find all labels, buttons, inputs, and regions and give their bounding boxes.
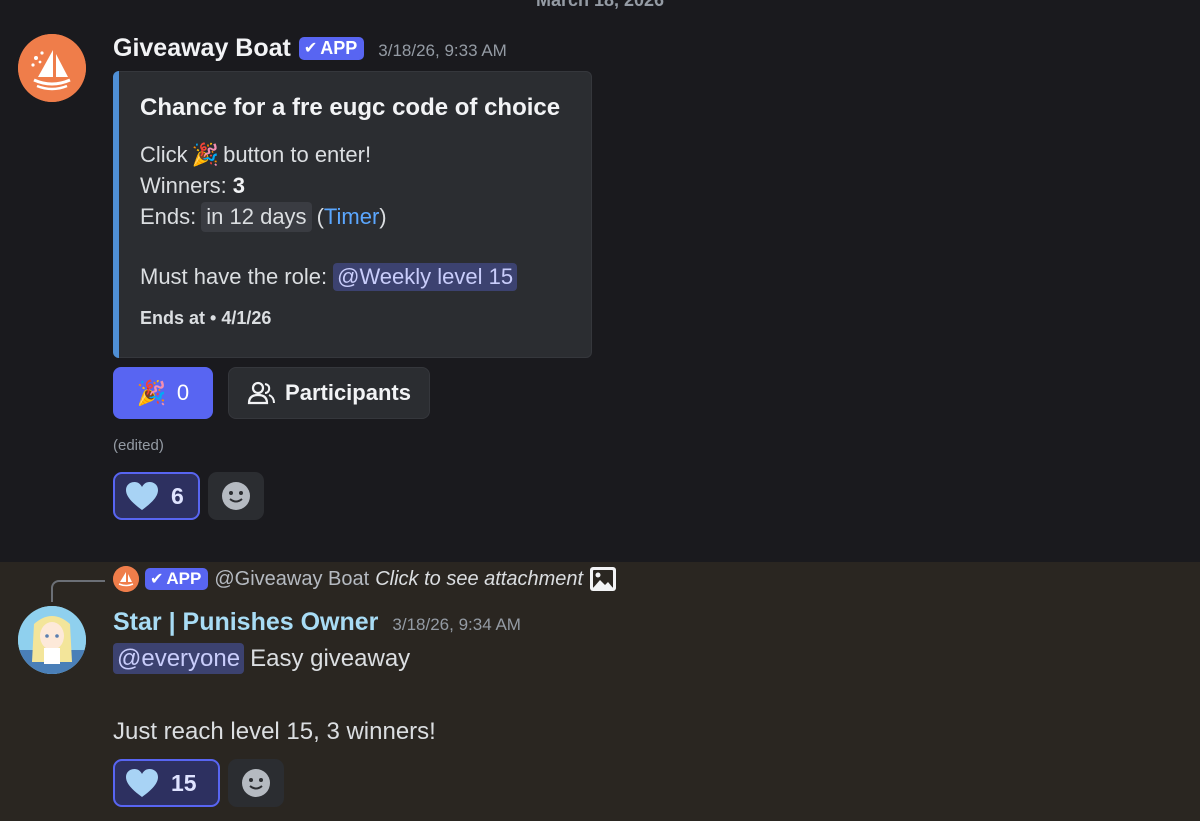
role-mention[interactable]: @Weekly level 15 <box>333 263 518 291</box>
reaction-count: 15 <box>171 769 197 796</box>
image-icon <box>590 567 617 591</box>
giveaway-embed: Chance for a fre eugc code of choice Cli… <box>113 71 592 358</box>
embed-line-click: Click 🎉 button to enter! <box>140 142 371 168</box>
participants-label: Participants <box>285 380 411 405</box>
ends-label: Ends: <box>140 204 197 229</box>
timestamp[interactable]: 3/18/26, 9:34 AM <box>392 615 521 635</box>
reply-text[interactable]: Click to see attachment <box>375 568 583 591</box>
reply-avatar <box>113 566 139 592</box>
boat-logo-icon <box>113 566 139 592</box>
message-header: Giveaway Boat ✔ APP 3/18/26, 9:33 AM <box>113 34 507 63</box>
party-popper-icon: 🎉 <box>191 142 220 167</box>
winners-label: Winners: <box>140 173 227 198</box>
reply-preview[interactable]: ✔ APP @Giveaway Boat Click to see attach… <box>113 566 617 592</box>
party-popper-icon: 🎉 <box>136 379 167 407</box>
reply-connector <box>51 580 105 602</box>
heart-icon <box>126 769 158 797</box>
add-reaction-button[interactable] <box>208 472 264 520</box>
heart-reaction[interactable]: 6 <box>113 472 200 520</box>
entry-count: 0 <box>176 380 190 405</box>
winners-value: 3 <box>232 173 246 198</box>
username[interactable]: Star | Punishes Owner <box>113 608 378 637</box>
message-line: @everyone Easy giveaway <box>113 643 411 674</box>
participants-button[interactable]: Participants <box>228 367 430 419</box>
app-badge: ✔ APP <box>145 568 209 590</box>
avatar[interactable] <box>18 34 86 102</box>
everyone-mention[interactable]: @everyone <box>113 643 245 674</box>
embed-click-text: Click <box>140 142 188 167</box>
enter-giveaway-button[interactable]: 🎉 0 <box>113 367 213 419</box>
paren-open: ( <box>316 204 324 229</box>
edited-label: (edited) <box>113 437 164 454</box>
anime-avatar-icon <box>18 606 86 674</box>
smiley-icon <box>222 482 250 510</box>
embed-line-ends: Ends: in 12 days ( Timer ) <box>140 202 387 232</box>
paren-close: ) <box>379 204 387 229</box>
embed-button-text: button to enter! <box>223 142 372 167</box>
app-badge-label: APP <box>320 37 358 58</box>
embed-line-role: Must have the role: @Weekly level 15 <box>140 263 518 291</box>
boat-logo-icon <box>18 34 86 102</box>
username[interactable]: Giveaway Boat <box>113 34 291 63</box>
users-icon <box>247 381 276 405</box>
ends-timestamp[interactable]: in 12 days <box>201 202 312 232</box>
message-line: Just reach level 15, 3 winners! <box>113 718 436 745</box>
date-divider: March 18, 2026 <box>535 0 665 10</box>
embed-title: Chance for a fre eugc code of choice <box>140 94 561 121</box>
timer-link[interactable]: Timer <box>324 204 379 230</box>
verified-check-icon: ✔ <box>150 571 164 588</box>
role-label: Must have the role: <box>140 264 328 289</box>
smiley-icon <box>242 769 270 797</box>
embed-accent-bar <box>113 71 119 358</box>
app-badge: ✔ APP <box>298 36 365 60</box>
embed-line-winners: Winners: 3 <box>140 173 245 199</box>
timestamp[interactable]: 3/18/26, 9:33 AM <box>378 41 507 61</box>
embed-footer: Ends at • 4/1/26 <box>140 308 272 328</box>
reaction-count: 6 <box>171 482 184 509</box>
heart-icon <box>126 482 158 510</box>
reply-author[interactable]: @Giveaway Boat <box>214 568 369 591</box>
verified-check-icon: ✔ <box>303 40 318 57</box>
avatar[interactable] <box>18 606 86 674</box>
app-badge-label: APP <box>166 569 202 588</box>
message-text: Easy giveaway <box>250 645 411 672</box>
heart-reaction[interactable]: 15 <box>113 759 220 807</box>
add-reaction-button[interactable] <box>228 759 284 807</box>
message-header: Star | Punishes Owner 3/18/26, 9:34 AM <box>113 608 521 637</box>
